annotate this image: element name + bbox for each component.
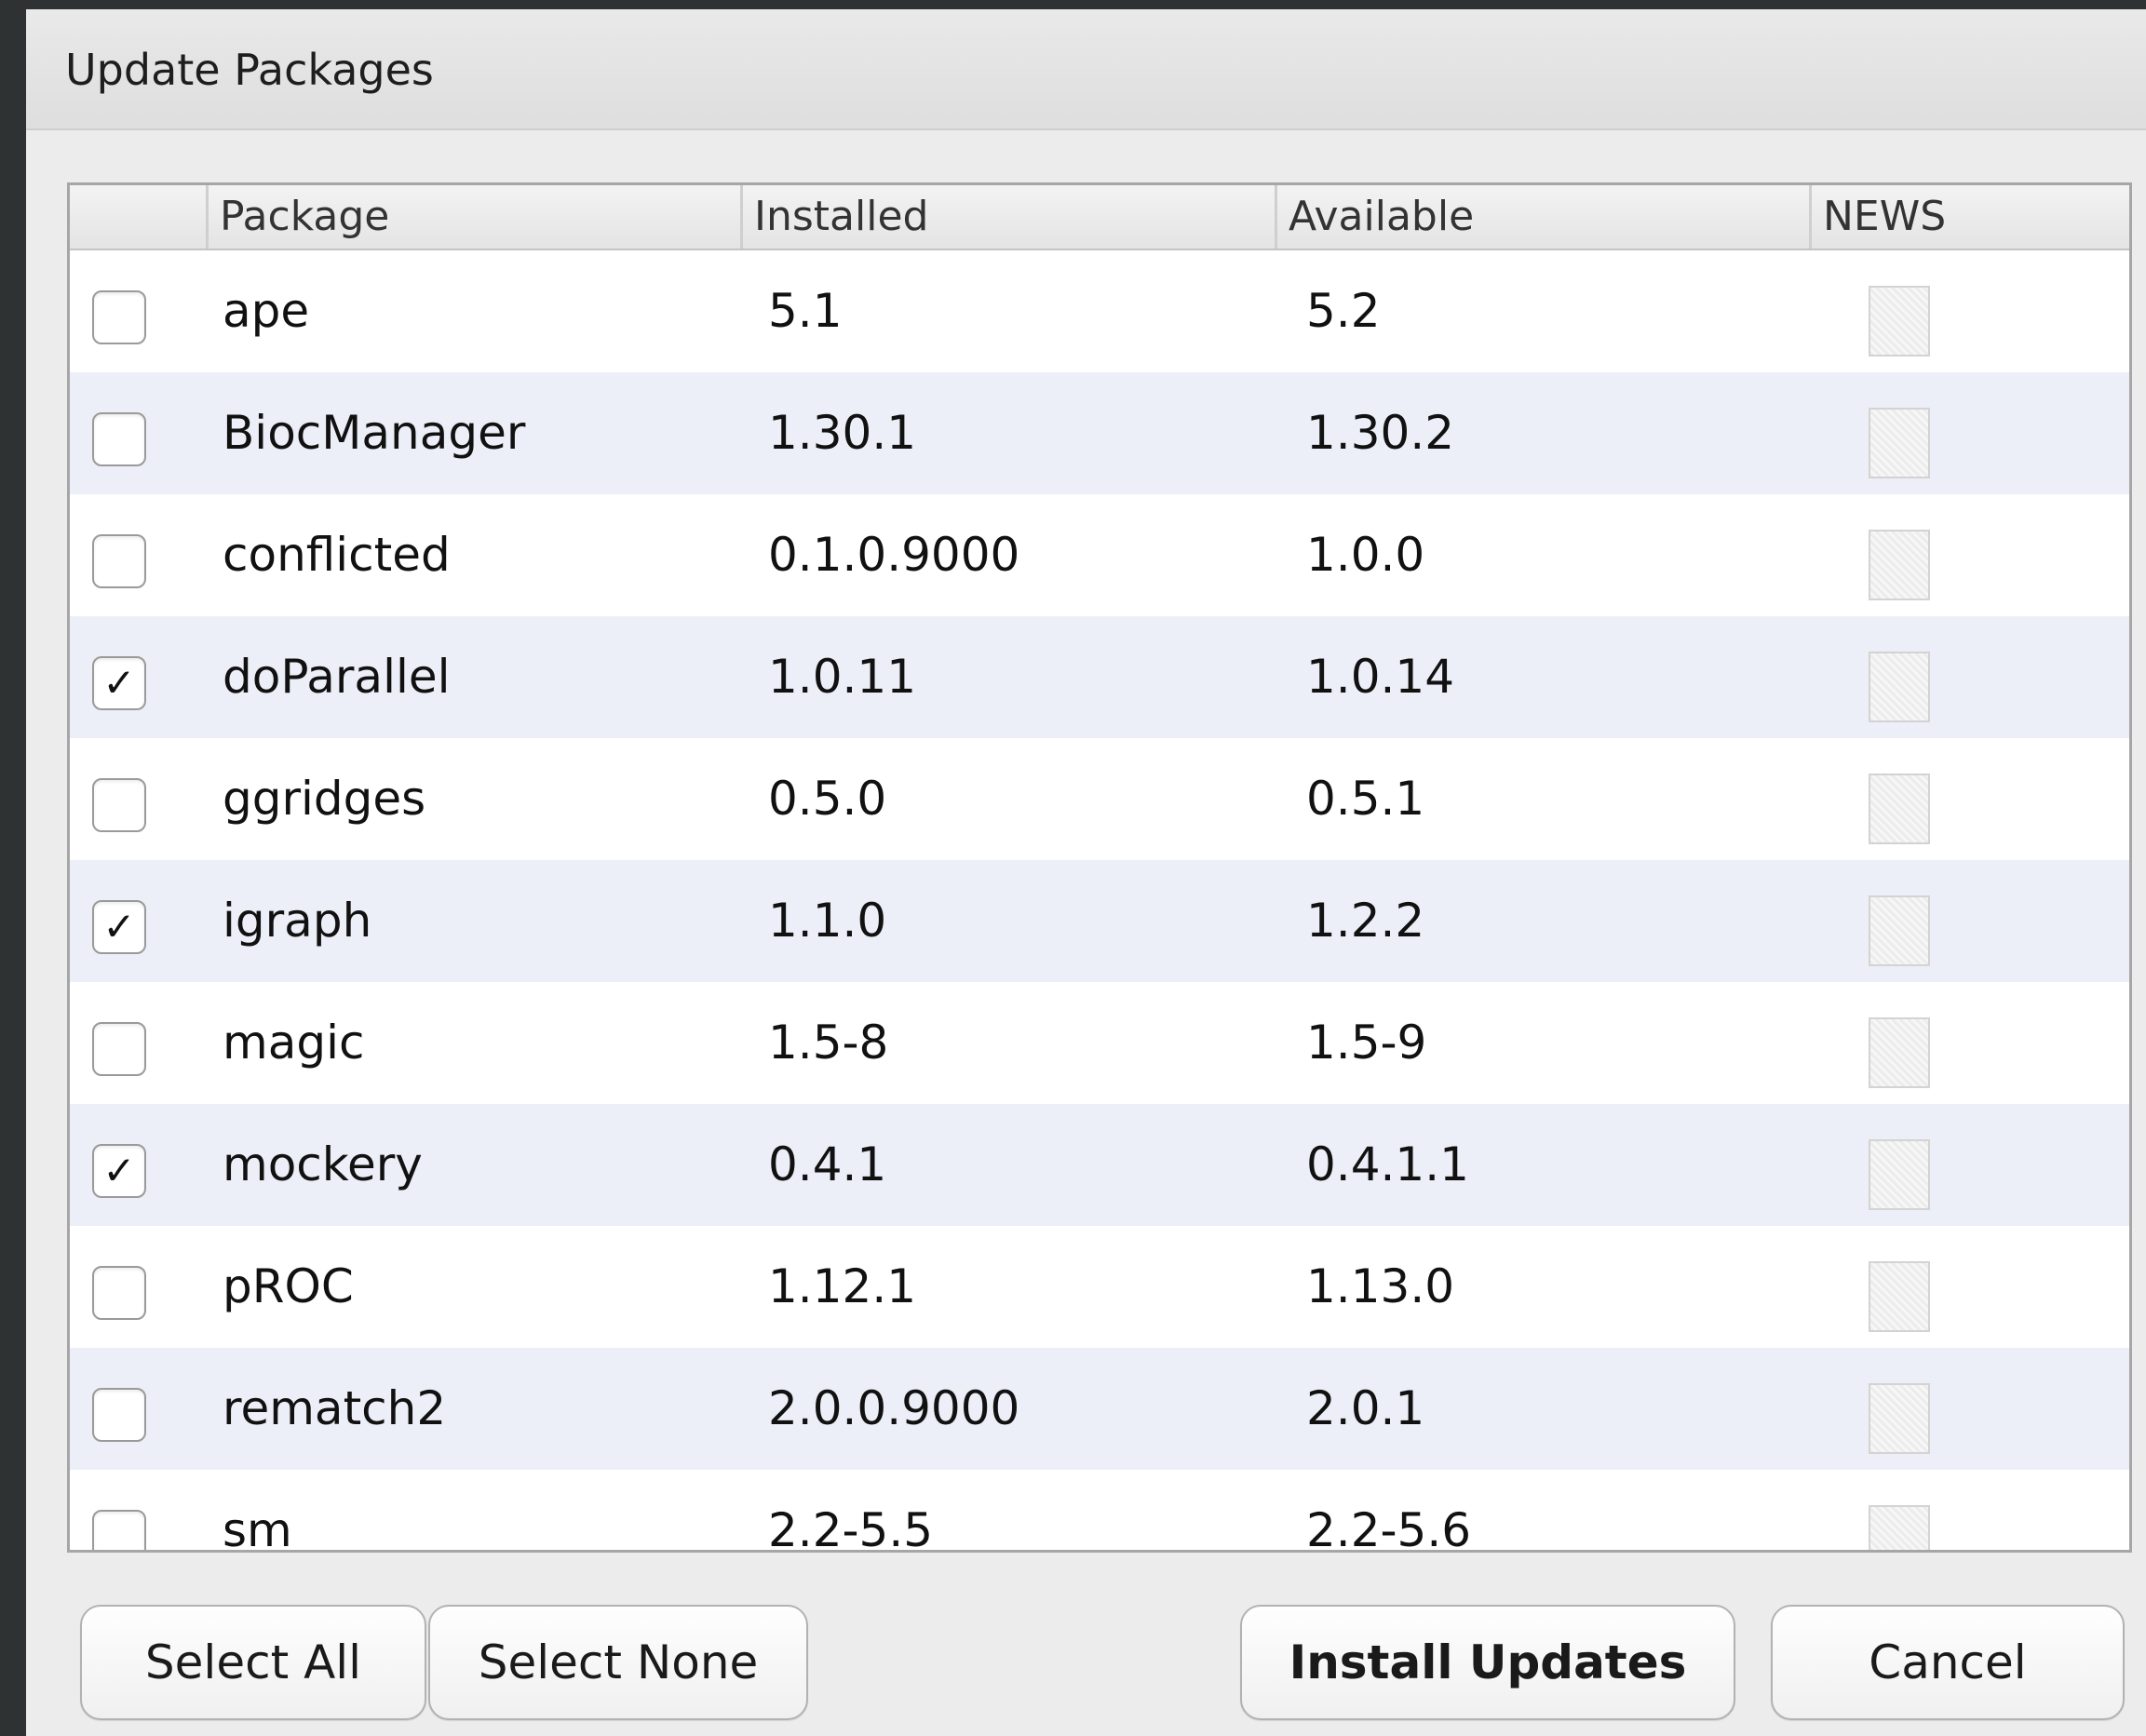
news-document-icon[interactable] [1869,774,1930,844]
select-all-button[interactable]: Select All [80,1605,426,1720]
dialog-titlebar: Update Packages [26,9,2146,130]
row-checkbox[interactable] [92,290,146,344]
installed-version-cell: 0.1.0.9000 [768,528,1020,582]
news-document-icon[interactable] [1869,1139,1930,1210]
installed-version-cell: 2.0.0.9000 [768,1381,1020,1435]
available-version-cell: 5.2 [1306,284,1381,338]
installed-version-cell: 1.0.11 [768,650,917,704]
package-name-cell: conflicted [223,528,451,582]
available-version-cell: 2.0.1 [1306,1381,1425,1435]
header-news[interactable]: NEWS [1809,185,2129,249]
table-row[interactable]: ape 5.1 5.2 [70,250,2129,372]
update-packages-dialog: Update Packages Package Installed Availa… [26,9,2146,1736]
package-name-cell: igraph [223,894,372,948]
header-available[interactable]: Available [1275,185,1809,249]
installed-version-cell: 1.12.1 [768,1259,917,1313]
available-version-cell: 1.2.2 [1306,894,1425,948]
dialog-title: Update Packages [65,45,434,95]
header-package[interactable]: Package [206,185,740,249]
available-version-cell: 2.2-5.6 [1306,1503,1472,1553]
installed-version-cell: 5.1 [768,284,843,338]
package-name-cell: magic [223,1016,365,1070]
package-name-cell: mockery [223,1137,423,1191]
available-version-cell: 0.4.1.1 [1306,1137,1469,1191]
row-checkbox[interactable] [92,778,146,832]
news-document-icon[interactable] [1869,652,1930,722]
news-document-icon[interactable] [1869,1383,1930,1454]
row-checkbox[interactable] [92,412,146,466]
news-document-icon[interactable] [1869,895,1930,966]
available-version-cell: 1.0.0 [1306,528,1425,582]
installed-version-cell: 1.5-8 [768,1016,889,1070]
header-installed[interactable]: Installed [740,185,1275,249]
table-body: ape 5.1 5.2 BiocManager 1.30.1 1.30.2 conflict… [70,250,2129,1550]
table-row[interactable]: conflicted 0.1.0.9000 1.0.0 [70,494,2129,616]
header-checkbox-column [70,185,206,249]
available-version-cell: 1.13.0 [1306,1259,1455,1313]
packages-table: Package Installed Available NEWS ape 5.1 5… [67,182,2132,1553]
package-name-cell: ape [223,284,310,338]
table-row[interactable]: sm 2.2-5.5 2.2-5.6 [70,1470,2129,1553]
package-name-cell: BiocManager [223,406,526,460]
row-checkbox[interactable] [92,1510,146,1550]
row-checkbox[interactable] [92,534,146,588]
package-name-cell: doParallel [223,650,451,704]
news-document-icon[interactable] [1869,1017,1930,1088]
row-checkbox[interactable]: ✓ [92,900,146,954]
select-none-button[interactable]: Select None [428,1605,808,1720]
package-name-cell: ggridges [223,772,426,826]
table-header: Package Installed Available NEWS [70,185,2129,250]
install-updates-button[interactable]: Install Updates [1240,1605,1735,1720]
installed-version-cell: 0.4.1 [768,1137,887,1191]
news-document-icon[interactable] [1869,286,1930,357]
available-version-cell: 1.0.14 [1306,650,1455,704]
news-document-icon[interactable] [1869,408,1930,478]
table-row[interactable]: ✓ doParallel 1.0.11 1.0.14 [70,616,2129,738]
installed-version-cell: 1.1.0 [768,894,887,948]
table-row[interactable]: pROC 1.12.1 1.13.0 [70,1226,2129,1348]
package-name-cell: sm [223,1503,292,1553]
available-version-cell: 1.5-9 [1306,1016,1427,1070]
row-checkbox[interactable] [92,1388,146,1442]
row-checkbox[interactable] [92,1266,146,1320]
news-document-icon[interactable] [1869,1505,1930,1550]
row-checkbox[interactable]: ✓ [92,656,146,710]
package-name-cell: rematch2 [223,1381,447,1435]
installed-version-cell: 1.30.1 [768,406,917,460]
news-document-icon[interactable] [1869,530,1930,600]
available-version-cell: 1.30.2 [1306,406,1455,460]
row-checkbox[interactable] [92,1022,146,1076]
table-row[interactable]: ggridges 0.5.0 0.5.1 [70,738,2129,860]
row-checkbox[interactable]: ✓ [92,1144,146,1198]
package-name-cell: pROC [223,1259,354,1313]
table-row[interactable]: rematch2 2.0.0.9000 2.0.1 [70,1348,2129,1470]
installed-version-cell: 0.5.0 [768,772,887,826]
table-row[interactable]: ✓ igraph 1.1.0 1.2.2 [70,860,2129,982]
table-row[interactable]: ✓ mockery 0.4.1 0.4.1.1 [70,1104,2129,1226]
table-row[interactable]: magic 1.5-8 1.5-9 [70,982,2129,1104]
available-version-cell: 0.5.1 [1306,772,1425,826]
cancel-button[interactable]: Cancel [1771,1605,2125,1720]
installed-version-cell: 2.2-5.5 [768,1503,934,1553]
news-document-icon[interactable] [1869,1261,1930,1332]
table-row[interactable]: BiocManager 1.30.1 1.30.2 [70,372,2129,494]
